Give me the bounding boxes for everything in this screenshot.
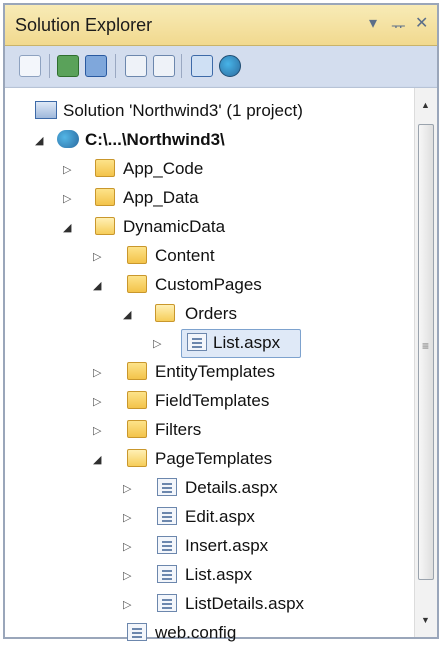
expand-arrow-open-icon[interactable]: ◢ [93,279,101,292]
web-project-icon [57,130,79,148]
tree-item-label: DynamicData [123,217,226,236]
tree-item-label: Content [155,246,215,265]
expand-arrow-closed-icon[interactable]: ▷ [123,482,131,495]
aspx-file-icon [157,594,177,612]
tree-item-label: FieldTemplates [155,391,270,410]
tree-item-label: Orders [185,304,237,323]
scroll-up-icon[interactable]: ▲ [421,100,430,110]
refresh-icon[interactable] [57,55,79,77]
open-folder-icon [155,304,175,322]
tree-item-label: web.config [155,623,237,642]
special-folder-icon [95,188,115,206]
tree-item-label: List.aspx [213,333,281,352]
special-folder-icon [95,159,115,177]
view-class-diagram-icon[interactable] [191,55,213,77]
expand-arrow-closed-icon[interactable]: ▷ [93,366,101,379]
expand-arrow-closed-icon[interactable]: ▷ [153,337,161,350]
toolbar-separator [181,54,182,78]
config-file-icon [127,623,147,641]
open-folder-icon [127,449,147,467]
expand-arrow-open-icon[interactable]: ◢ [35,134,43,147]
tree-item-label: CustomPages [155,275,262,294]
properties-icon[interactable] [19,55,41,77]
expand-arrow-closed-icon[interactable]: ▷ [93,424,101,437]
expand-arrow-closed-icon[interactable]: ▷ [93,395,101,408]
toolbar [5,46,437,86]
expand-arrow-open-icon[interactable]: ◢ [63,221,71,234]
folder-icon [127,420,147,438]
aspx-file-icon [157,507,177,525]
window-position-dropdown-icon[interactable]: ▾ [369,13,377,33]
title-bar: Solution Explorer ▾ ᅲ ✕ [5,5,437,46]
open-folder-icon [95,217,115,235]
tree-item-label: Insert.aspx [185,536,269,555]
solution-icon [35,101,57,119]
folder-icon [127,246,147,264]
expand-arrow-closed-icon[interactable]: ▷ [123,569,131,582]
tree-item-label: Edit.aspx [185,507,255,526]
toolbar-separator [115,54,116,78]
folder-icon [127,391,147,409]
scrollbar-grip-icon: ≡ [422,339,430,353]
tree-item-label: ListDetails.aspx [185,594,305,613]
expand-arrow-closed-icon[interactable]: ▷ [123,540,131,553]
folder-icon [127,362,147,380]
aspx-file-icon [157,536,177,554]
tree-item-label: C:\...\Northwind3\ [85,130,225,149]
tree-item-label: App_Code [123,159,204,178]
expand-arrow-closed-icon[interactable]: ▷ [63,192,71,205]
asp-net-configuration-icon[interactable] [219,55,241,77]
expand-arrow-open-icon[interactable]: ◢ [123,308,131,321]
expand-arrow-closed-icon[interactable]: ▷ [93,250,101,263]
tree-item-label: App_Data [123,188,199,207]
view-code-icon[interactable] [125,55,147,77]
solution-explorer-window: Solution Explorer ▾ ᅲ ✕ Solution 'Northw… [3,3,439,642]
folder-icon [127,275,147,293]
scroll-down-icon[interactable]: ▼ [421,615,430,625]
solution-tree: Solution 'Northwind3' (1 project) ◢ C:\.… [5,87,437,642]
tree-item-label: PageTemplates [155,449,273,468]
auto-hide-pin-icon[interactable]: ᅲ [391,13,406,37]
expand-arrow-closed-icon[interactable]: ▷ [123,598,131,611]
tree-item-label: Solution 'Northwind3' (1 project) [63,101,303,120]
toolbar-separator [49,54,50,78]
view-designer-icon[interactable] [153,55,175,77]
expand-arrow-closed-icon[interactable]: ▷ [63,163,71,176]
aspx-file-icon [157,478,177,496]
vertical-scrollbar[interactable]: ▲ ≡ ▼ [414,88,437,637]
expand-arrow-open-icon[interactable]: ◢ [93,453,101,466]
expand-arrow-closed-icon[interactable]: ▷ [123,511,131,524]
close-icon[interactable]: ✕ [415,13,428,33]
tree-item-label: List.aspx [185,565,253,584]
tree-item-label: Details.aspx [185,478,278,497]
window-title: Solution Explorer [15,15,153,35]
scrollbar-thumb[interactable]: ≡ [418,124,434,580]
show-all-files-icon[interactable] [85,55,107,77]
tree-item-label: EntityTemplates [155,362,275,381]
aspx-file-icon [187,333,207,351]
tree-item-label: Filters [155,420,202,439]
aspx-file-icon [157,565,177,583]
